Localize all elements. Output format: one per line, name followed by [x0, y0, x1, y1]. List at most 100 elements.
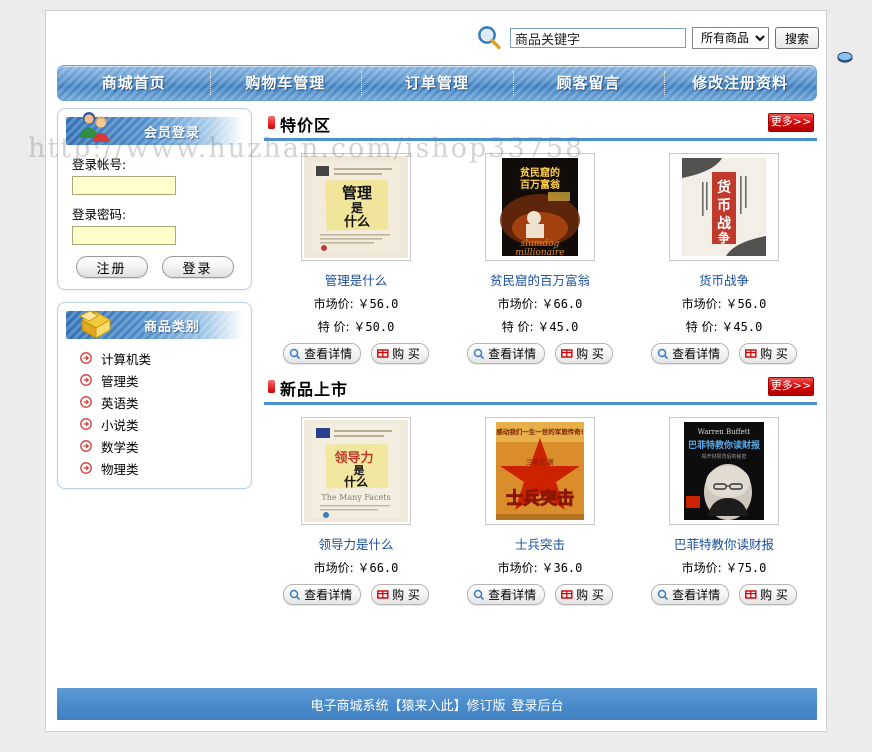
- category-item-management[interactable]: 管理类: [58, 369, 251, 391]
- svg-text:感动我们一生一世的军旅传奇!: 感动我们一生一世的军旅传奇!: [496, 427, 584, 436]
- cart-icon: [745, 590, 757, 599]
- market-price-line: 市场价: ￥66.0: [264, 559, 448, 576]
- open-box-icon: [70, 302, 126, 340]
- buy-label: 购 买: [576, 347, 604, 361]
- nav-item-cart[interactable]: 购物车管理: [209, 66, 362, 100]
- password-label: 登录密码:: [72, 207, 127, 222]
- buy-button[interactable]: 购 买: [739, 584, 797, 605]
- slumdog-cover[interactable]: 贫民窟的 百万富翁 slumdog millionaire: [485, 153, 595, 261]
- category-label: 数学类: [101, 439, 139, 455]
- view-detail-button[interactable]: 查看详情: [283, 584, 362, 605]
- view-detail-button[interactable]: 查看详情: [467, 343, 546, 364]
- shibing-cover[interactable]: 感动我们一生一世的军旅传奇! 兰晓龙 著 士兵突击: [485, 417, 595, 525]
- view-detail-label: 查看详情: [488, 588, 537, 602]
- login-actions: 注册 登录: [58, 256, 251, 278]
- password-input[interactable]: [72, 226, 176, 245]
- svg-text:揭开财报背后的秘密: 揭开财报背后的秘密: [701, 453, 746, 460]
- register-button[interactable]: 注册: [75, 256, 148, 278]
- svg-text:兰晓龙 著: 兰晓龙 著: [526, 457, 555, 466]
- search-bar: 所有商品 搜索: [46, 11, 853, 63]
- product-actions: 查看详情 购 买: [632, 584, 816, 605]
- footer-admin-link[interactable]: 登录后台: [512, 695, 564, 714]
- search-controls: 所有商品 搜索: [476, 25, 820, 51]
- category-item-novel[interactable]: 小说类: [58, 413, 251, 435]
- view-detail-button[interactable]: 查看详情: [651, 343, 730, 364]
- buy-button[interactable]: 购 买: [371, 584, 429, 605]
- market-price-line: 市场价: ￥75.0: [632, 559, 816, 576]
- section-title: 特价区: [280, 116, 332, 135]
- category-list: 计算机类 管理类 英语类 小说类 数学类 物理类: [58, 347, 251, 479]
- more-button[interactable]: 更多>>: [768, 113, 814, 132]
- arrow-right-icon: [80, 352, 92, 364]
- product-name[interactable]: 贫民窟的百万富翁: [448, 270, 632, 289]
- market-price-value: ￥56.0: [725, 297, 767, 311]
- more-button[interactable]: 更多>>: [768, 377, 814, 396]
- buffett-cover[interactable]: Warren Buffett 巴菲特教你读财报 揭开财报背后的秘密: [669, 417, 779, 525]
- huobi-cover[interactable]: 货 币 战 争: [669, 153, 779, 261]
- view-detail-button[interactable]: 查看详情: [651, 584, 730, 605]
- product-name[interactable]: 管理是什么: [264, 270, 448, 289]
- arrow-right-icon: [80, 440, 92, 452]
- buy-label: 购 买: [392, 347, 420, 361]
- buy-button[interactable]: 购 买: [555, 584, 613, 605]
- category-item-computer[interactable]: 计算机类: [58, 347, 251, 369]
- special-price-line: 特 价: ￥45.0: [632, 318, 816, 335]
- category-label: 物理类: [101, 461, 139, 477]
- search-icon: [289, 348, 301, 359]
- nav-item-orders[interactable]: 订单管理: [361, 66, 513, 100]
- market-price-value: ￥56.0: [357, 297, 399, 311]
- cart-icon: [377, 590, 389, 599]
- category-item-physics[interactable]: 物理类: [58, 457, 251, 479]
- product-row: 领导力 是 什么 The Many Facets 领导力是什么 市场价: ￥66…: [264, 405, 817, 605]
- category-item-math[interactable]: 数学类: [58, 435, 251, 457]
- nav-item-messages[interactable]: 顾客留言: [512, 66, 665, 100]
- product-actions: 查看详情 购 买: [448, 343, 632, 364]
- cart-icon: [561, 590, 573, 599]
- product-card: Warren Buffett 巴菲特教你读财报 揭开财报背后的秘密 巴菲特教你读…: [632, 417, 816, 605]
- product-name[interactable]: 货币战争: [632, 270, 816, 289]
- guanli-cover[interactable]: 管理 是 什么: [301, 153, 411, 261]
- footer-text: 电子商城系统【猿来入此】修订版: [310, 698, 506, 714]
- search-input[interactable]: [510, 28, 686, 48]
- category-item-english[interactable]: 英语类: [58, 391, 251, 413]
- view-detail-button[interactable]: 查看详情: [283, 343, 362, 364]
- section-header: 新品上市 更多>>: [264, 372, 817, 405]
- cart-icon: [377, 349, 389, 358]
- buy-label: 购 买: [392, 588, 420, 602]
- category-label: 英语类: [101, 395, 139, 411]
- buy-label: 购 买: [760, 588, 788, 602]
- product-name[interactable]: 巴菲特教你读财报: [632, 534, 816, 553]
- search-scope-select[interactable]: 所有商品: [692, 27, 769, 49]
- product-card: 感动我们一生一世的军旅传奇! 兰晓龙 著 士兵突击 士兵突击 市场价: ￥36.…: [448, 417, 632, 605]
- view-detail-label: 查看详情: [672, 588, 721, 602]
- buy-label: 购 买: [576, 588, 604, 602]
- product-name[interactable]: 领导力是什么: [264, 534, 448, 553]
- section-header: 特价区 更多>>: [264, 108, 817, 141]
- section-new-arrivals: 新品上市 更多>> 领导力 是 什么 The Many Facets 领导力是什…: [264, 372, 817, 605]
- market-price-label: 市场价:: [313, 297, 354, 311]
- view-detail-label: 查看详情: [304, 347, 353, 361]
- product-name[interactable]: 士兵突击: [448, 534, 632, 553]
- nav-item-profile[interactable]: 修改注册资料: [664, 66, 816, 100]
- market-price-line: 市场价: ￥36.0: [448, 559, 632, 576]
- nav-item-home[interactable]: 商城首页: [58, 66, 210, 100]
- buy-button[interactable]: 购 买: [555, 343, 613, 364]
- account-input[interactable]: [72, 176, 176, 195]
- buy-button[interactable]: 购 买: [739, 343, 797, 364]
- users-icon: [70, 108, 126, 146]
- arrow-right-icon: [80, 374, 92, 386]
- lingdaoli-cover[interactable]: 领导力 是 什么 The Many Facets: [301, 417, 411, 525]
- view-detail-button[interactable]: 查看详情: [467, 584, 546, 605]
- product-actions: 查看详情 购 买: [264, 584, 448, 605]
- footer: 电子商城系统【猿来入此】修订版 登录后台: [57, 688, 817, 720]
- market-price-value: ￥75.0: [725, 561, 767, 575]
- account-label: 登录帐号:: [72, 157, 127, 172]
- section-bullet-icon: [268, 380, 275, 393]
- svg-text:The Many Facets: The Many Facets: [321, 493, 390, 502]
- login-button[interactable]: 登录: [161, 256, 234, 278]
- search-button[interactable]: 搜索: [775, 27, 820, 49]
- buy-button[interactable]: 购 买: [371, 343, 429, 364]
- product-row: 管理 是 什么 管理是什么 市场价: ￥56.0 特 价: ￥50.0 查看详情…: [264, 141, 817, 364]
- market-price-line: 市场价: ￥56.0: [632, 295, 816, 312]
- svg-text:士兵突击: 士兵突击: [506, 488, 574, 509]
